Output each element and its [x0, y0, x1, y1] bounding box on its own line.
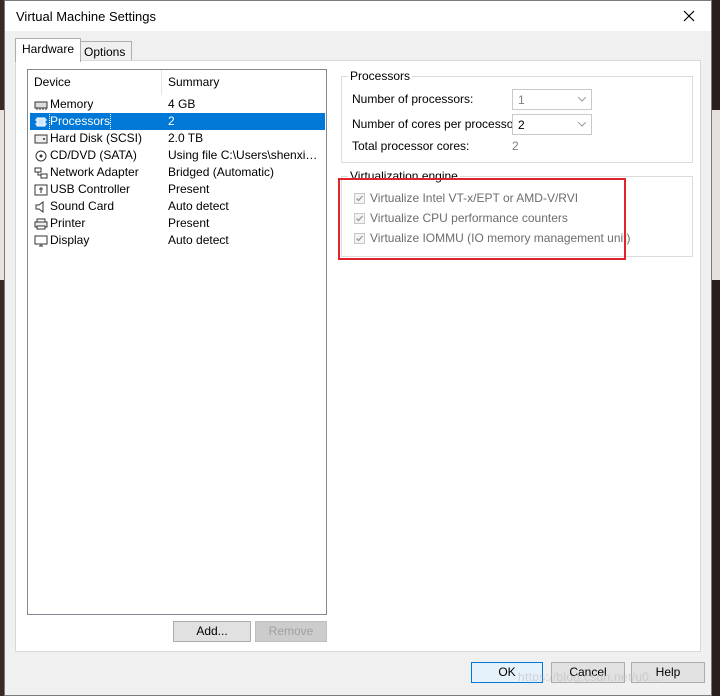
display-icon: [34, 235, 48, 246]
vm-settings-dialog: Virtual Machine Settings Hardware Option…: [4, 0, 712, 696]
device-label: Printer: [50, 216, 86, 230]
device-row-processors[interactable]: Processors 2: [30, 112, 325, 131]
red-highlight-box: [338, 178, 626, 260]
device-row-memory[interactable]: Memory 4 GB: [30, 96, 325, 113]
title-bar: Virtual Machine Settings: [5, 1, 711, 31]
column-header-summary[interactable]: Summary: [162, 70, 326, 95]
device-summary: Bridged (Automatic): [168, 165, 275, 179]
device-label: USB Controller: [50, 182, 131, 196]
add-device-button[interactable]: Add...: [173, 621, 251, 642]
device-row-hard-disk[interactable]: Hard Disk (SCSI) 2.0 TB: [30, 130, 325, 147]
remove-device-button[interactable]: Remove: [255, 621, 327, 642]
chevron-down-icon: [578, 97, 586, 102]
close-icon: [683, 10, 695, 22]
device-label: Memory: [50, 97, 94, 111]
device-summary: Auto detect: [168, 199, 229, 213]
window-title: Virtual Machine Settings: [16, 9, 156, 24]
device-summary: Present: [168, 182, 210, 196]
device-summary: Using file C:\Users\shenxixia...: [168, 148, 322, 162]
processor-icon: [35, 117, 47, 126]
device-row-sound-card[interactable]: Sound Card Auto detect: [30, 198, 325, 215]
num-processors-label: Number of processors:: [352, 92, 474, 106]
desktop-background-right: [712, 0, 720, 696]
cd-dvd-icon: [35, 150, 47, 161]
device-row-printer[interactable]: Printer Present: [30, 215, 325, 232]
network-adapter-icon: [34, 167, 48, 178]
device-row-display[interactable]: Display Auto detect: [30, 232, 325, 249]
usb-controller-icon: [34, 184, 48, 195]
device-row-usb-controller[interactable]: USB Controller Present: [30, 181, 325, 198]
device-summary: 2: [168, 114, 175, 128]
num-processors-select[interactable]: 1: [512, 89, 592, 110]
device-label: Sound Card: [50, 199, 115, 213]
printer-icon: [34, 218, 48, 229]
sound-card-icon: [35, 200, 44, 213]
num-processors-value: 1: [518, 93, 525, 107]
tab-hardware[interactable]: Hardware: [15, 38, 82, 62]
cores-per-processor-select[interactable]: 2: [512, 114, 592, 135]
hard-disk-icon: [34, 134, 48, 143]
chevron-down-icon: [578, 122, 586, 127]
memory-icon: [34, 101, 48, 110]
device-label: Display: [50, 233, 90, 247]
device-summary: 2.0 TB: [168, 131, 204, 145]
cores-per-processor-label: Number of cores per processor:: [352, 117, 521, 131]
device-list[interactable]: Device Summary Memory 4 GB Processors 2 …: [27, 69, 327, 615]
device-label: Network Adapter: [50, 165, 139, 179]
close-button[interactable]: [667, 1, 711, 31]
device-row-network-adapter[interactable]: Network Adapter Bridged (Automatic): [30, 164, 325, 181]
processors-group: Processors Number of processors: 1 Numbe…: [341, 69, 693, 163]
watermark-text: https://blog.csdn.net/u0...: [518, 670, 661, 684]
device-label: CD/DVD (SATA): [50, 148, 137, 162]
device-label: Processors: [48, 112, 112, 131]
device-summary: Present: [168, 216, 210, 230]
device-summary: Auto detect: [168, 233, 229, 247]
device-row-cd-dvd[interactable]: CD/DVD (SATA) Using file C:\Users\shenxi…: [30, 147, 325, 164]
device-label: Hard Disk (SCSI): [50, 131, 143, 145]
cores-per-processor-value: 2: [518, 118, 525, 132]
device-summary: 4 GB: [168, 97, 196, 111]
column-header-device[interactable]: Device: [28, 70, 162, 95]
total-cores-value: 2: [512, 139, 519, 153]
processors-group-title: Processors: [348, 69, 413, 83]
total-cores-label: Total processor cores:: [352, 139, 470, 153]
